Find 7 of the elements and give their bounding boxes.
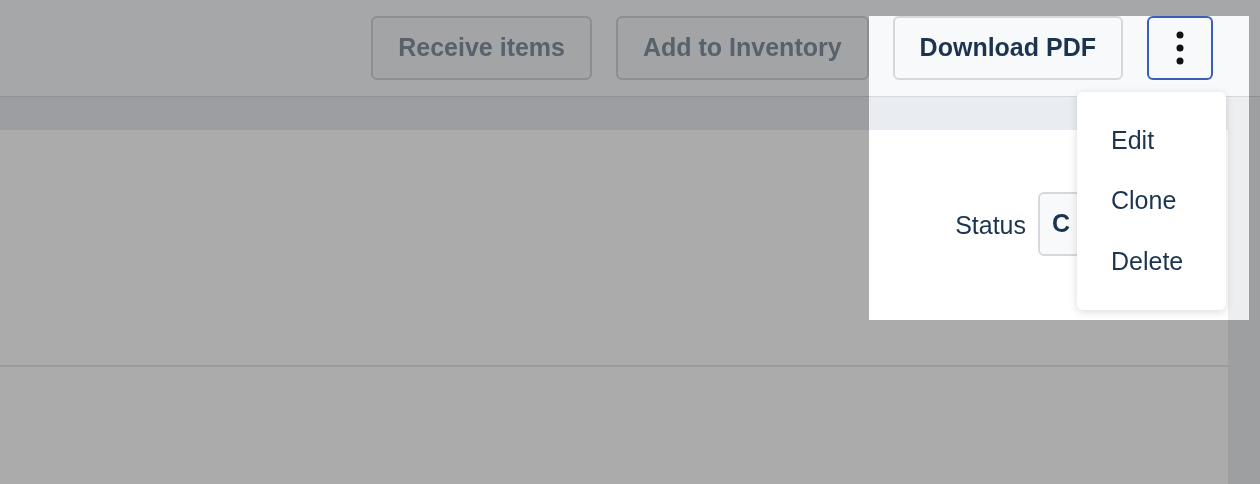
- menu-item[interactable]: Edit: [1077, 110, 1226, 171]
- status-label: Status: [955, 210, 1026, 241]
- more-button[interactable]: [1147, 16, 1213, 80]
- toolbar-button[interactable]: Download PDF: [892, 16, 1123, 80]
- menu-item[interactable]: Clone: [1077, 170, 1226, 232]
- menu-item[interactable]: Delete: [1077, 231, 1226, 292]
- more-vertical-icon: [1176, 31, 1184, 65]
